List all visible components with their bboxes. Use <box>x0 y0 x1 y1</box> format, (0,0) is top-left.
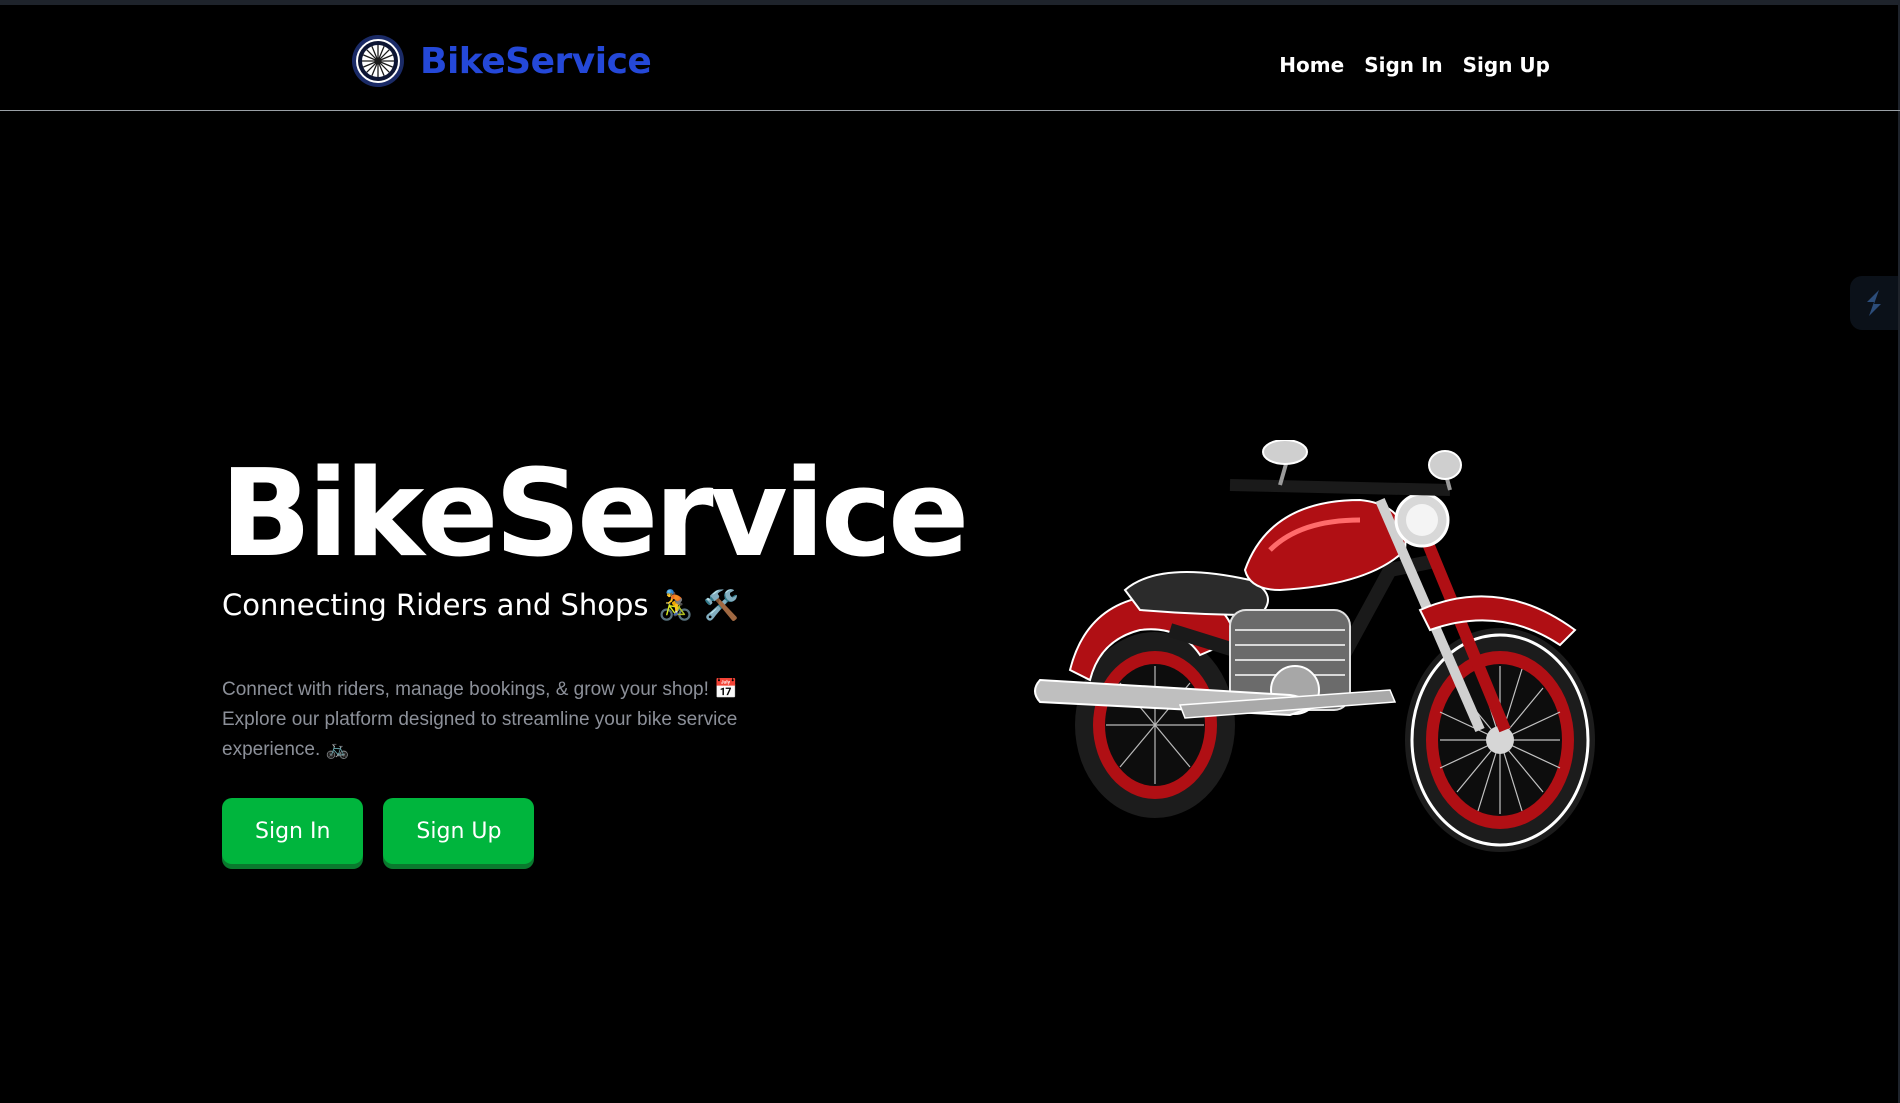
nav-sign-up[interactable]: Sign Up <box>1463 53 1550 77</box>
nav-links: Home Sign In Sign Up <box>1279 53 1550 77</box>
sign-in-button[interactable]: Sign In <box>222 798 364 864</box>
bike-wheel-icon <box>352 35 404 87</box>
nav-sign-in[interactable]: Sign In <box>1364 53 1442 77</box>
hero-buttons: Sign In Sign Up <box>222 798 535 864</box>
side-extension-widget[interactable] <box>1850 276 1898 330</box>
extension-bolt-icon <box>1867 290 1881 316</box>
navbar: BikeService Home Sign In Sign Up <box>0 5 1900 111</box>
brand[interactable]: BikeService <box>350 32 652 90</box>
hero-title: BikeService <box>220 445 969 584</box>
brand-name: BikeService <box>420 40 652 82</box>
hero-subtitle: Connecting Riders and Shops 🚴 🛠️ <box>222 588 740 622</box>
nav-home[interactable]: Home <box>1279 53 1344 77</box>
sign-up-button[interactable]: Sign Up <box>383 798 535 864</box>
hero-description: Connect with riders, manage bookings, & … <box>222 679 738 760</box>
motorcycle-illustration <box>1034 440 1595 852</box>
